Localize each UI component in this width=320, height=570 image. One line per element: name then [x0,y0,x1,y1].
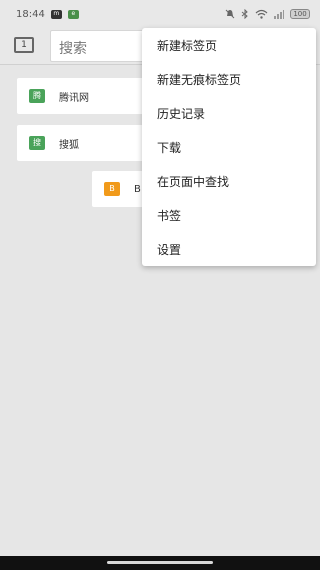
home-indicator[interactable] [107,561,213,564]
wifi-icon [255,9,268,19]
shortcut-tencent[interactable]: 腾 腾讯网 [17,78,157,114]
signal-icon [274,9,284,19]
status-left: 18:44 m e [16,9,79,20]
menu-item-find-in-page[interactable]: 在页面中查找 [142,164,316,198]
tab-switcher-button[interactable]: 1 [14,37,34,53]
search-placeholder: 搜索 [59,41,87,57]
notification-icon-2: e [67,9,79,19]
shortcut-sohu[interactable]: 搜 搜狐 [17,125,157,161]
status-time: 18:44 [16,8,45,20]
menu-item-history[interactable]: 历史记录 [142,96,316,130]
status-right: 100 [225,9,310,19]
notification-icon: m [50,9,62,19]
shortcut-label: 搜狐 [59,139,79,151]
overflow-menu: 新建标签页 新建无痕标签页 历史记录 下载 在页面中查找 书签 设置 [142,28,316,266]
menu-item-new-incognito-tab[interactable]: 新建无痕标签页 [142,62,316,96]
sohu-icon: 搜 [29,136,45,150]
status-bar: 18:44 m e 100 [0,0,320,28]
tencent-icon: 腾 [29,89,45,103]
mute-icon [225,9,235,19]
shortcut-label: 腾讯网 [59,92,89,104]
menu-item-bookmarks[interactable]: 书签 [142,198,316,232]
menu-item-new-tab[interactable]: 新建标签页 [142,28,316,62]
b-icon: B [104,182,120,196]
menu-item-downloads[interactable]: 下载 [142,130,316,164]
system-nav-bar [0,556,320,570]
battery-indicator: 100 [290,9,310,19]
shortcut-label: B [134,183,141,195]
menu-item-settings[interactable]: 设置 [142,232,316,266]
bluetooth-icon [241,9,249,19]
